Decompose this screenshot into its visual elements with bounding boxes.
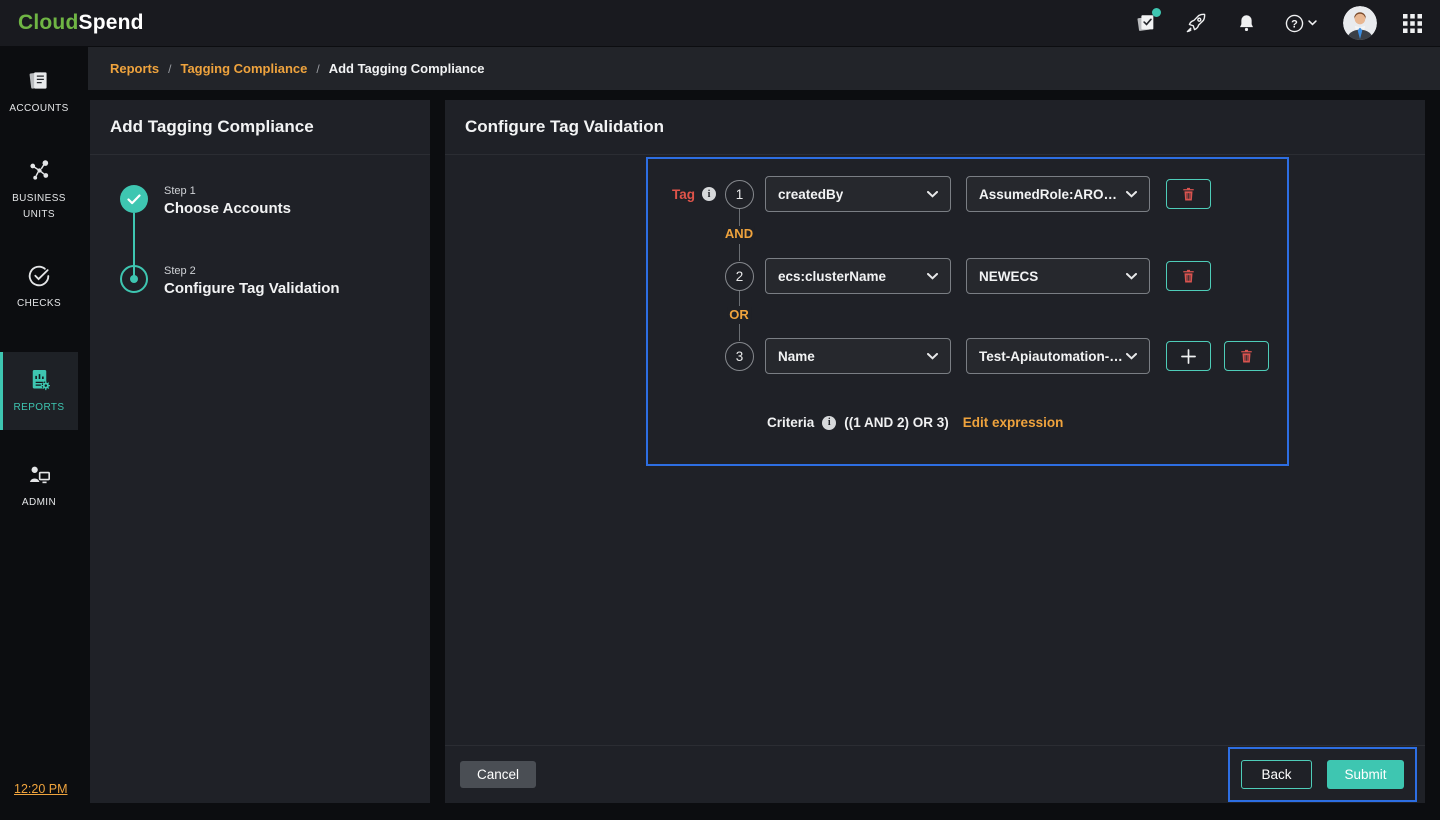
sidebar-item-reports[interactable]: REPORTS <box>0 352 78 430</box>
topbar-actions: ? <box>1134 6 1422 40</box>
chevron-down-icon <box>927 353 938 360</box>
main-panel: Configure Tag Validation Tag i AND OR 1 … <box>445 100 1425 803</box>
rule-number-badge: 3 <box>725 342 754 371</box>
tag-rule-row-2: 2 ecs:clusterName NEWECS <box>725 258 1211 294</box>
tag-key-dropdown-3[interactable]: Name <box>765 338 951 374</box>
rocket-icon[interactable] <box>1184 11 1208 35</box>
admin-icon <box>26 462 52 488</box>
sidebar-item-accounts[interactable]: ACCOUNTS <box>0 68 78 117</box>
tag-validation-highlight-box: Tag i AND OR 1 createdBy AssumedRole:ARO… <box>646 157 1289 466</box>
notification-badge-dot <box>1152 8 1161 17</box>
sidebar-item-checks[interactable]: CHECKS <box>0 263 78 312</box>
tag-value-dropdown-2[interactable]: NEWECS <box>966 258 1150 294</box>
reports-icon <box>26 366 53 393</box>
step-1-choose-accounts[interactable]: Step 1 Choose Accounts <box>120 185 430 217</box>
chevron-down-icon <box>1126 273 1137 280</box>
step-1-title: Choose Accounts <box>164 200 291 217</box>
tag-value-dropdown-1[interactable]: AssumedRole:AROAQ... <box>966 176 1150 212</box>
sidebar-item-label: BUSINESS UNITS <box>6 191 72 223</box>
breadcrumb: Reports / Tagging Compliance / Add Taggi… <box>88 47 1440 90</box>
sidebar-item-business-units[interactable]: BUSINESS UNITS <box>0 157 78 223</box>
tag-rule-row-1: 1 createdBy AssumedRole:AROAQ... <box>725 176 1211 212</box>
footer-highlight-box: Back Submit <box>1228 747 1417 802</box>
tag-key-dropdown-1[interactable]: createdBy <box>765 176 951 212</box>
step-2-label: Step 2 <box>164 265 340 277</box>
sidebar-item-label: ACCOUNTS <box>9 101 68 117</box>
back-button[interactable]: Back <box>1241 760 1312 789</box>
tag-info-icon[interactable]: i <box>702 187 716 201</box>
svg-text:?: ? <box>1291 18 1298 30</box>
chevron-down-icon <box>927 273 938 280</box>
delete-rule-button-1[interactable] <box>1166 179 1211 209</box>
trash-icon <box>1239 348 1254 364</box>
criteria-row: Criteria i ((1 AND 2) OR 3) Edit express… <box>767 415 1063 430</box>
edit-expression-link[interactable]: Edit expression <box>963 415 1064 430</box>
step-connector-line <box>133 213 135 279</box>
checks-icon <box>26 263 52 289</box>
tag-rule-row-3: 3 Name Test-Apiautomation-env <box>725 338 1269 374</box>
criteria-label: Criteria <box>767 415 814 430</box>
rule-number-badge: 1 <box>725 180 754 209</box>
criteria-expression: ((1 AND 2) OR 3) <box>844 415 949 430</box>
submit-button[interactable]: Submit <box>1327 760 1404 789</box>
rule-number-badge: 2 <box>725 262 754 291</box>
cancel-button[interactable]: Cancel <box>460 761 536 788</box>
breadcrumb-separator: / <box>316 62 319 76</box>
breadcrumb-separator: / <box>168 62 171 76</box>
apps-grid-icon[interactable] <box>1403 14 1422 33</box>
step-completed-check-icon <box>120 185 148 213</box>
chevron-down-icon <box>1308 20 1317 26</box>
sidebar: ACCOUNTS BUSINESS UNITS CHECKS <box>0 46 78 820</box>
chevron-down-icon <box>927 191 938 198</box>
tasks-icon[interactable] <box>1134 11 1158 35</box>
status-time[interactable]: 12:20 PM <box>14 782 68 796</box>
breadcrumb-reports[interactable]: Reports <box>110 61 159 76</box>
logo-part-spend: Spend <box>78 11 143 34</box>
criteria-info-icon[interactable]: i <box>822 416 836 430</box>
sidebar-item-label: REPORTS <box>14 400 65 416</box>
delete-rule-button-3[interactable] <box>1224 341 1269 371</box>
chevron-down-icon <box>1126 353 1137 360</box>
business-units-icon <box>26 157 53 184</box>
main-panel-title: Configure Tag Validation <box>445 100 1425 155</box>
chevron-down-icon <box>1126 191 1137 198</box>
stepper: Step 1 Choose Accounts Step 2 Configure … <box>120 185 430 297</box>
stepper-panel: Add Tagging Compliance Step 1 Choose Acc… <box>90 100 430 803</box>
topbar: CloudSpend ? <box>0 0 1440 46</box>
wizard-footer: Cancel Back Submit <box>445 745 1425 803</box>
sidebar-item-label: CHECKS <box>17 296 61 312</box>
stepper-panel-title: Add Tagging Compliance <box>90 100 430 155</box>
step-2-configure-tag-validation[interactable]: Step 2 Configure Tag Validation <box>120 265 430 297</box>
tag-label: Tag <box>672 187 695 202</box>
connector-or-label: OR <box>727 307 751 322</box>
tag-key-dropdown-2[interactable]: ecs:clusterName <box>765 258 951 294</box>
avatar[interactable] <box>1343 6 1377 40</box>
trash-icon <box>1181 186 1196 202</box>
trash-icon <box>1181 268 1196 284</box>
tag-value-dropdown-3[interactable]: Test-Apiautomation-env <box>966 338 1150 374</box>
connector-and-label: AND <box>723 226 755 241</box>
plus-icon <box>1181 349 1196 364</box>
help-icon[interactable]: ? <box>1284 13 1317 34</box>
breadcrumb-tagging-compliance[interactable]: Tagging Compliance <box>180 61 307 76</box>
logo-part-cloud: Cloud <box>18 11 78 34</box>
add-rule-button[interactable] <box>1166 341 1211 371</box>
cloudspend-logo[interactable]: CloudSpend <box>18 11 144 35</box>
sidebar-item-label: ADMIN <box>22 495 56 511</box>
delete-rule-button-2[interactable] <box>1166 261 1211 291</box>
accounts-icon <box>26 68 52 94</box>
breadcrumb-current: Add Tagging Compliance <box>329 61 485 76</box>
step-1-label: Step 1 <box>164 185 291 197</box>
bell-icon[interactable] <box>1234 11 1258 35</box>
step-2-title: Configure Tag Validation <box>164 280 340 297</box>
sidebar-item-admin[interactable]: ADMIN <box>0 462 78 511</box>
